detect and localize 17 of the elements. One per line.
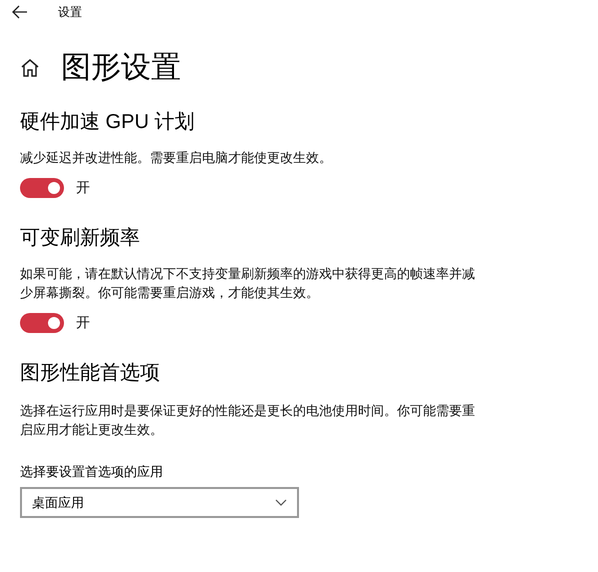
section-heading: 图形性能首选项 [20,361,161,386]
section-description: 选择在运行应用时是要保证更好的性能还是更长的电池使用时间。你可能需要重启应用才能让更改生效。 [20,402,476,439]
toggle-switch[interactable] [20,178,64,198]
window-title: 设置 [58,4,82,21]
chevron-down-icon [275,499,287,506]
page-title: 图形设置 [61,50,181,86]
section-description: 如果可能，请在默认情况下不支持变量刷新频率的游戏中获得更高的帧速率并减少屏幕撕裂。你可能需要重启游戏，才能使其生效。 [20,265,476,302]
toggle-label: 开 [76,178,90,197]
toggle-switch[interactable] [20,312,64,332]
home-icon[interactable] [20,58,40,78]
back-arrow-icon[interactable] [12,5,28,19]
toggle-label: 开 [76,313,90,332]
field-label: 选择要设置首选项的应用 [20,463,164,481]
section-heading: 可变刷新频率 [20,226,141,251]
section-description: 减少延迟并改进性能。需要重启电脑才能使更改生效。 [20,149,333,167]
section-heading: 硬件加速 GPU 计划 [20,110,196,135]
app-dropdown[interactable]: 桌面应用 [20,487,299,518]
